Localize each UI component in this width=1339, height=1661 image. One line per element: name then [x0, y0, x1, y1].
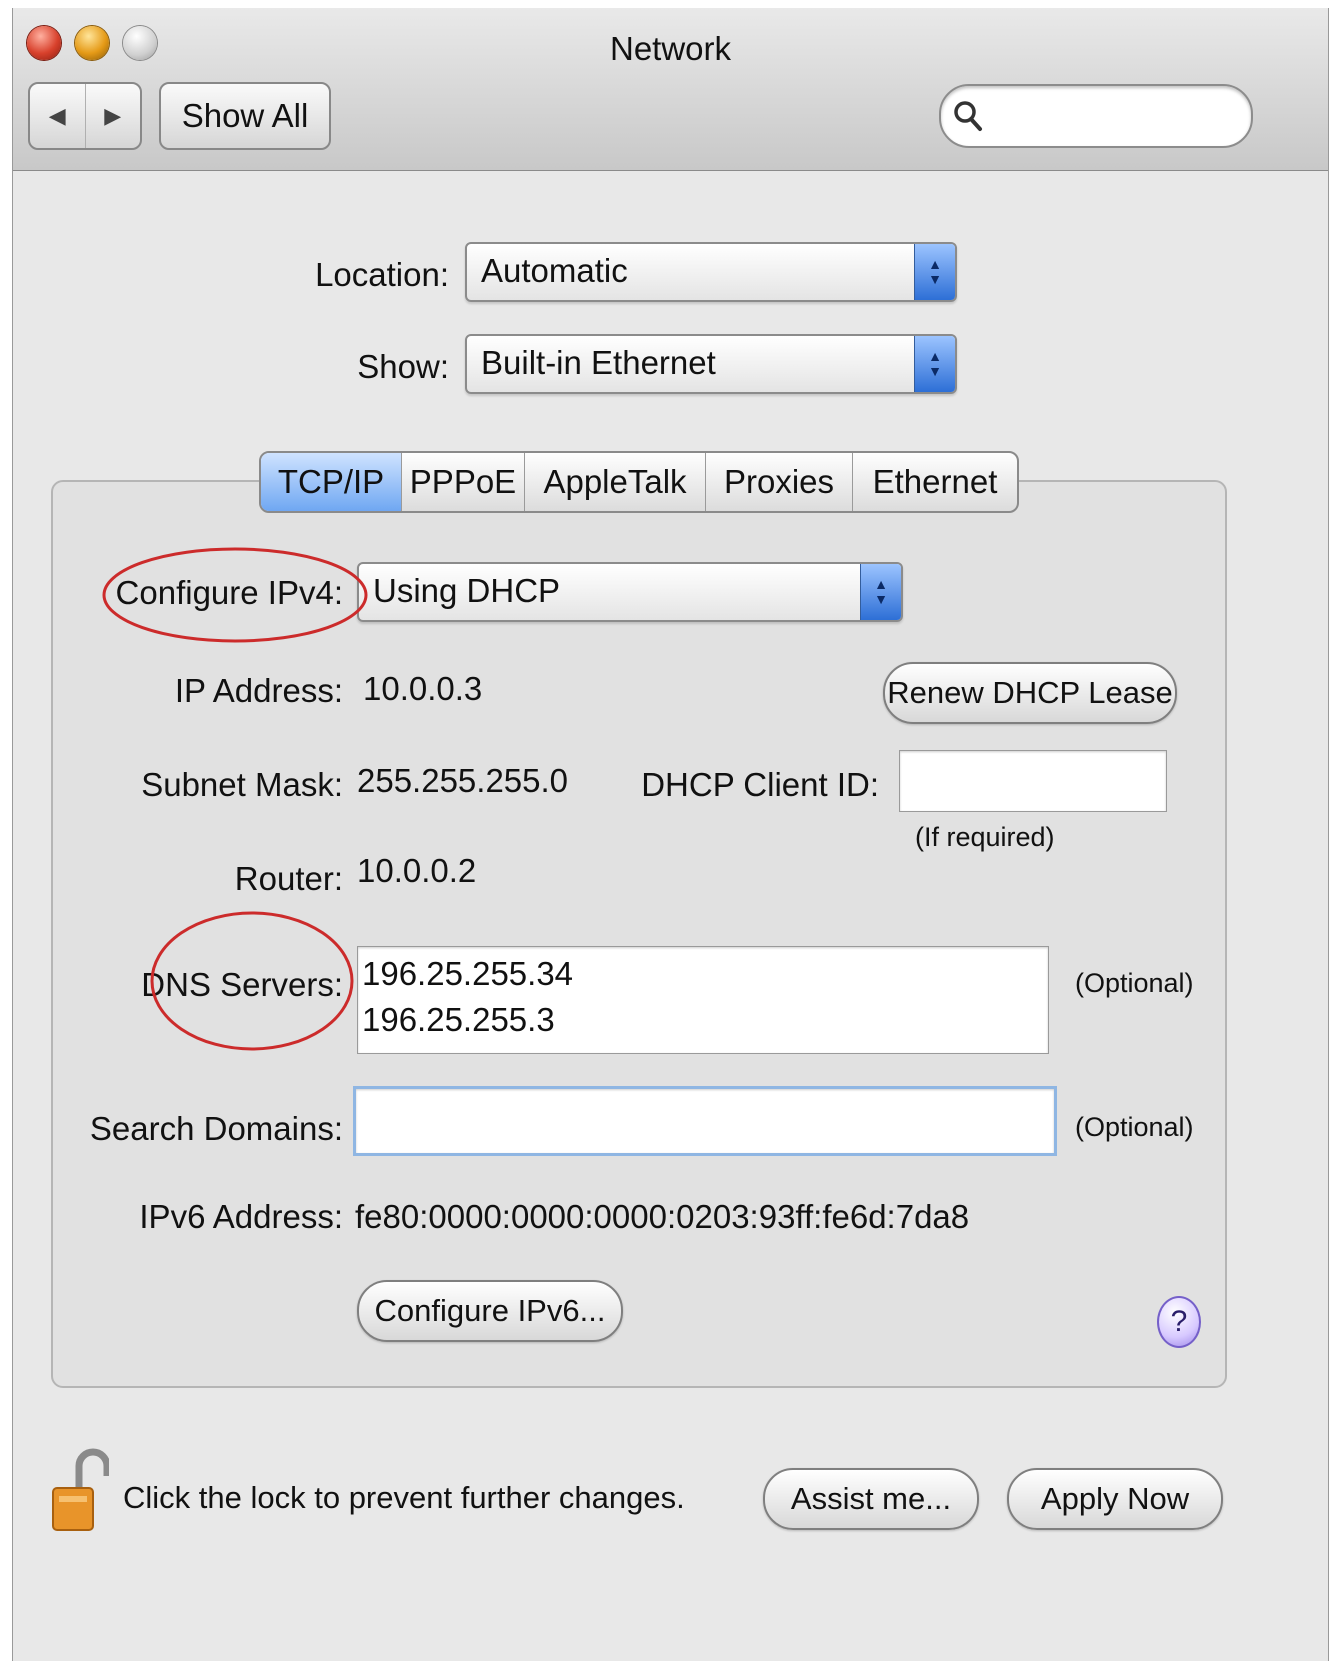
- lock-status-text: Click the lock to prevent further change…: [123, 1480, 685, 1515]
- ipv6-address-label: IPv6 Address:: [139, 1198, 343, 1235]
- back-arrow-icon: ◀: [48, 103, 66, 128]
- tab-ethernet[interactable]: Ethernet: [853, 453, 1017, 511]
- show-label: Show:: [357, 348, 449, 385]
- show-popup[interactable]: Built-in Ethernet ▲ ▼: [465, 334, 957, 394]
- dns-server-entry: 196.25.255.3: [362, 1001, 555, 1038]
- lock-icon[interactable]: [49, 1444, 109, 1534]
- popup-arrows-icon: ▲ ▼: [914, 244, 955, 300]
- ip-address-value: 10.0.0.3: [363, 670, 483, 707]
- tab-proxies[interactable]: Proxies: [706, 453, 853, 511]
- window-title: Network: [609, 30, 732, 67]
- location-popup[interactable]: Automatic ▲ ▼: [465, 242, 957, 302]
- subnet-mask-label: Subnet Mask:: [141, 766, 343, 803]
- forward-button[interactable]: ▶: [86, 84, 141, 148]
- configure-ipv4-value: Using DHCP: [373, 572, 561, 609]
- search-domains-hint: (Optional): [1075, 1112, 1194, 1142]
- title-bar: Network ◀ ▶ Show All: [13, 8, 1328, 171]
- tab-bar: TCP/IP PPPoE AppleTalk Proxies Ethernet: [259, 451, 1019, 513]
- renew-dhcp-lease-button[interactable]: Renew DHCP Lease: [883, 662, 1177, 724]
- search-domains-field[interactable]: [353, 1086, 1057, 1156]
- tab-pppoe[interactable]: PPPoE: [402, 453, 525, 511]
- subnet-mask-value: 255.255.255.0: [357, 762, 569, 799]
- dns-servers-hint: (Optional): [1075, 968, 1194, 998]
- dhcp-client-id-hint: (If required): [915, 822, 1055, 852]
- tab-tcpip[interactable]: TCP/IP: [261, 453, 402, 511]
- configure-ipv6-button[interactable]: Configure IPv6...: [357, 1280, 623, 1342]
- search-input[interactable]: [993, 94, 1237, 136]
- dhcp-client-id-label: DHCP Client ID:: [641, 766, 879, 803]
- assist-me-button[interactable]: Assist me...: [763, 1468, 979, 1530]
- router-value: 10.0.0.2: [357, 852, 477, 889]
- dhcp-client-id-field[interactable]: [899, 750, 1167, 812]
- search-field[interactable]: [939, 84, 1253, 148]
- location-value: Automatic: [481, 252, 628, 289]
- router-label: Router:: [234, 860, 343, 897]
- popup-arrows-icon: ▲ ▼: [914, 336, 955, 392]
- back-forward-control: ◀ ▶: [28, 82, 142, 150]
- tab-appletalk[interactable]: AppleTalk: [525, 453, 706, 511]
- annotation-circle-configure-ipv4: [102, 547, 368, 643]
- search-domains-label: Search Domains:: [89, 1110, 343, 1147]
- ip-address-label: IP Address:: [174, 672, 343, 709]
- search-icon: [954, 101, 982, 131]
- apply-now-button[interactable]: Apply Now: [1007, 1468, 1223, 1530]
- popup-arrows-icon: ▲ ▼: [860, 564, 901, 620]
- ipv6-address-value: fe80:0000:0000:0000:0203:93ff:fe6d:7da8: [355, 1198, 970, 1235]
- back-button[interactable]: ◀: [30, 84, 86, 148]
- location-label: Location:: [315, 256, 449, 293]
- dns-servers-field[interactable]: 196.25.255.34 196.25.255.3: [357, 946, 1049, 1054]
- network-preferences-window: Network ◀ ▶ Show All Location: Automatic…: [12, 8, 1329, 1661]
- dns-server-entry: 196.25.255.34: [362, 955, 574, 992]
- show-value: Built-in Ethernet: [481, 344, 716, 381]
- help-button[interactable]: ?: [1157, 1296, 1201, 1348]
- configure-ipv4-popup[interactable]: Using DHCP ▲ ▼: [357, 562, 903, 622]
- annotation-circle-dns-servers: [150, 911, 354, 1051]
- show-all-button[interactable]: Show All: [159, 82, 331, 150]
- forward-arrow-icon: ▶: [104, 103, 122, 128]
